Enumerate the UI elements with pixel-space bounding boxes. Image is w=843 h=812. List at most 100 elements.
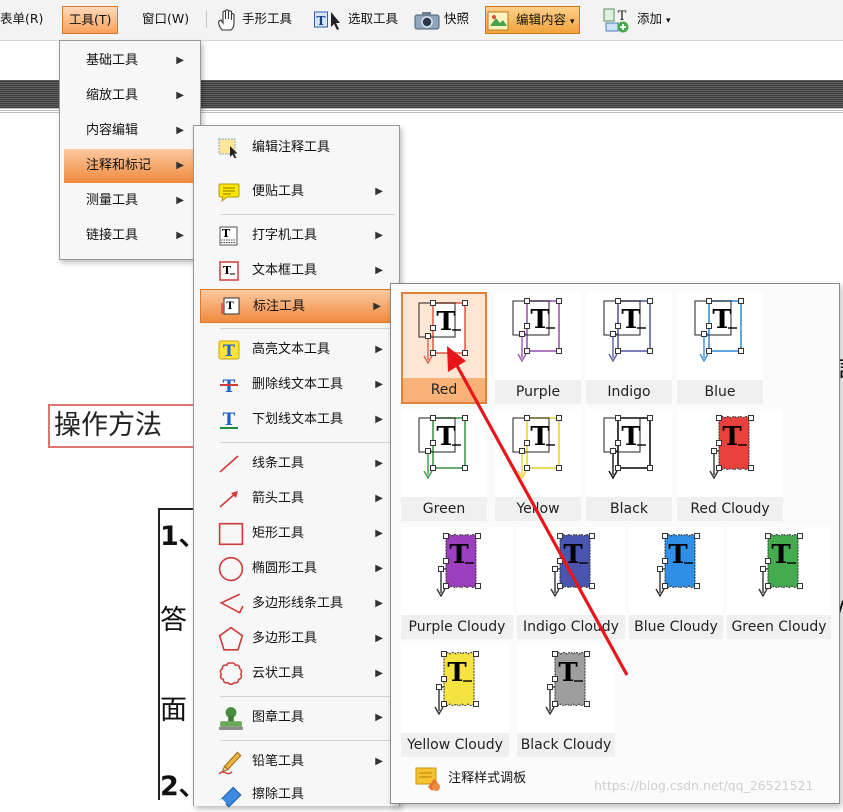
rectangle-icon — [218, 522, 244, 546]
svg-text:T: T — [223, 264, 232, 277]
menu-item-line[interactable]: 线条工具 ▶ — [194, 447, 399, 481]
add-text-icon: T — [603, 8, 629, 32]
callout-swatch-blue-cloudy[interactable]: T Blue Cloudy — [629, 527, 723, 639]
menu-tools[interactable]: 工具(T) — [62, 6, 119, 34]
svg-text:T: T — [712, 305, 732, 335]
menu-item-polyline[interactable]: 多边形线条工具 ▶ — [194, 587, 399, 621]
chevron-right-icon: ▶ — [375, 379, 383, 390]
menu-item-cloud[interactable]: 云状工具 ▶ — [194, 657, 399, 691]
menu-item-link-tools[interactable]: 链接工具 ▶ — [60, 219, 200, 253]
callout-swatch-purple[interactable]: T Purple — [495, 292, 581, 404]
callout-swatch-green-cloudy[interactable]: T Green Cloudy — [727, 527, 831, 639]
doc-text-char: 面 — [160, 695, 187, 726]
menu-item-label: 图章工具 — [252, 710, 305, 725]
callout-swatch-label: Red Cloudy — [677, 497, 783, 521]
menu-item-callout[interactable]: T 标注工具 ▶ — [200, 289, 392, 323]
callout-preview-icon: T — [603, 298, 653, 363]
chevron-right-icon: ▶ — [375, 528, 383, 539]
menu-item-label: 多边形线条工具 — [252, 596, 344, 611]
callout-swatch-indigo[interactable]: T Indigo — [586, 292, 672, 404]
textbox-icon: T — [219, 261, 239, 281]
toolbar: 表单(R) 工具(T) 窗口(W) 手形工具 T 选取工具 快照 编辑内容 ▾ — [0, 0, 843, 41]
menu-window[interactable]: 窗口(W) — [142, 6, 189, 32]
edit-content-button[interactable]: 编辑内容 ▾ — [485, 6, 580, 34]
cloud-icon — [219, 662, 243, 686]
watermark: https://blog.csdn.net/qq_26521521 — [594, 778, 814, 793]
menu-item-underline[interactable]: T 下划线文本工具 ▶ — [194, 403, 399, 437]
callout-swatch-label: Blue Cloudy — [629, 615, 723, 639]
callout-preview-icon: T — [512, 415, 562, 480]
menu-item-basic-tools[interactable]: 基础工具 ▶ — [60, 44, 200, 78]
callout-swatch-label: Black Cloudy — [517, 733, 615, 757]
callout-swatch-red-cloudy[interactable]: T Red Cloudy — [677, 409, 783, 521]
callout-swatch-indigo-cloudy[interactable]: T Indigo Cloudy — [517, 527, 625, 639]
menu-item-arrow[interactable]: 箭头工具 ▶ — [194, 482, 399, 516]
svg-text:T: T — [436, 307, 456, 337]
callout-swatch-blue[interactable]: T Blue — [677, 292, 763, 404]
chevron-right-icon: ▶ — [176, 160, 184, 171]
callout-swatch-purple-cloudy[interactable]: T Purple Cloudy — [401, 527, 513, 639]
underline-icon: T — [220, 410, 238, 430]
chevron-right-icon: ▶ — [375, 344, 383, 355]
chevron-right-icon: ▶ — [375, 633, 383, 644]
callout-preview-icon: T — [545, 651, 590, 716]
callout-swatch-black-cloudy[interactable]: T Black Cloudy — [517, 645, 615, 757]
menu-item-rectangle[interactable]: 矩形工具 ▶ — [194, 517, 399, 551]
menu-item-highlight-text[interactable]: T 高亮文本工具 ▶ — [194, 333, 399, 367]
callout-preview-icon: T — [550, 533, 595, 598]
menu-item-stamp[interactable]: 图章工具 ▶ — [194, 701, 399, 735]
menu-item-pencil[interactable]: 铅笔工具 ▶ — [194, 745, 399, 779]
callout-swatch-black[interactable]: T Black — [586, 409, 672, 521]
menu-item-zoom-tools[interactable]: 缩放工具 ▶ — [60, 79, 200, 113]
callout-preview-icon: T — [436, 533, 481, 598]
select-tool-button[interactable]: T 选取工具 — [314, 6, 398, 32]
menu-item-eraser[interactable]: 擦除工具 — [194, 778, 399, 812]
menu-item-content-edit[interactable]: 内容编辑 ▶ — [60, 114, 200, 148]
callout-swatch-label: Red — [403, 378, 485, 402]
svg-text:T: T — [436, 422, 456, 452]
menu-item-ellipse[interactable]: 椭圆形工具 ▶ — [194, 552, 399, 586]
svg-text:T: T — [449, 540, 469, 570]
svg-text:T: T — [530, 305, 550, 335]
svg-text:T: T — [558, 658, 578, 688]
add-button[interactable]: T 添加 ▾ — [603, 6, 671, 32]
menu-form[interactable]: 表单(R) — [0, 6, 43, 32]
chevron-down-icon: ▾ — [569, 17, 575, 27]
edit-annotation-icon — [218, 138, 238, 158]
menu-item-label: 线条工具 — [252, 456, 305, 471]
menu-item-label: 多边形工具 — [252, 631, 318, 646]
chevron-right-icon: ▶ — [375, 458, 383, 469]
callout-preview-icon: T — [709, 415, 754, 480]
chevron-right-icon: ▶ — [375, 230, 383, 241]
menu-item-measure-tools[interactable]: 测量工具 ▶ — [60, 184, 200, 218]
menu-item-label: 缩放工具 — [86, 88, 139, 103]
menu-item-label: 文本框工具 — [252, 263, 318, 278]
menu-item-strikethrough[interactable]: T 删除线文本工具 ▶ — [194, 368, 399, 402]
snapshot-button[interactable]: 快照 — [414, 6, 469, 32]
menu-item-typewriter[interactable]: T 打字机工具 ▶ — [194, 219, 399, 253]
hand-tool-button[interactable]: 手形工具 — [216, 6, 292, 32]
typewriter-icon: T — [219, 226, 238, 246]
svg-text:T: T — [530, 422, 550, 452]
chevron-right-icon: ▶ — [375, 414, 383, 425]
stamp-icon — [219, 707, 243, 730]
eraser-icon — [220, 786, 242, 808]
chevron-right-icon: ▶ — [176, 90, 184, 101]
menu-item-polygon[interactable]: 多边形工具 ▶ — [194, 622, 399, 656]
callout-swatch-red[interactable]: T Red — [401, 292, 487, 404]
snapshot-label: 快照 — [443, 11, 469, 26]
menu-item-sticky-note[interactable]: 便贴工具 ▶ — [194, 175, 399, 209]
menu-item-comment-markup[interactable]: 注释和标记 ▶ — [64, 149, 196, 183]
callout-swatch-yellow-cloudy[interactable]: T Yellow Cloudy — [401, 645, 509, 757]
style-palette-label: 注释样式调板 — [448, 771, 527, 786]
menu-item-label: 椭圆形工具 — [252, 561, 318, 576]
callout-swatch-green[interactable]: T Green — [401, 409, 487, 521]
menu-item-edit-annotation[interactable]: 编辑注释工具 — [194, 131, 399, 165]
menu-item-textbox[interactable]: T 文本框工具 ▶ — [194, 254, 399, 288]
menu-item-label: 矩形工具 — [252, 526, 305, 541]
chevron-right-icon: ▶ — [176, 230, 184, 241]
chevron-right-icon: ▶ — [375, 265, 383, 276]
comment-style-palette-button[interactable]: 注释样式调板 — [414, 763, 526, 795]
callout-swatch-yellow[interactable]: T Yellow — [495, 409, 581, 521]
callout-preview-icon: T — [418, 415, 468, 480]
